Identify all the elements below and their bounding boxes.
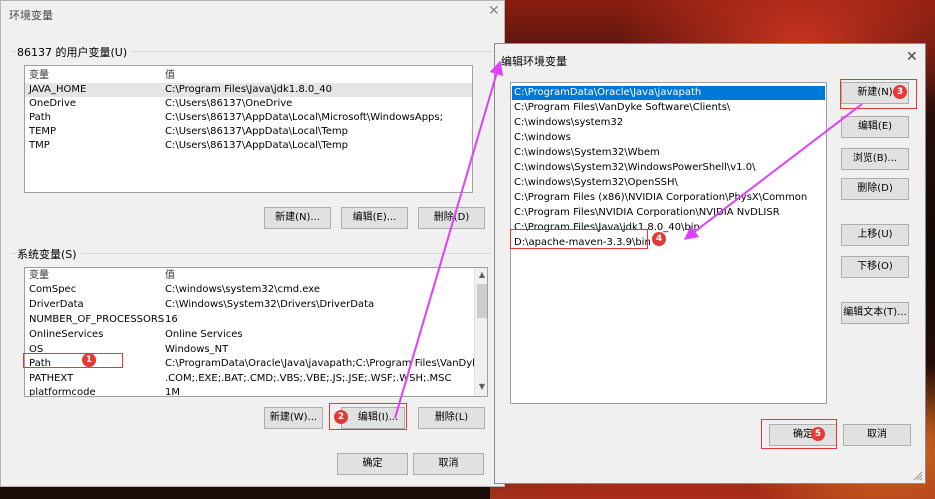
arrow-to-new-path bbox=[683, 103, 863, 240]
arrow-to-edit-dialog bbox=[394, 60, 504, 419]
annotation-arrows bbox=[394, 60, 863, 419]
